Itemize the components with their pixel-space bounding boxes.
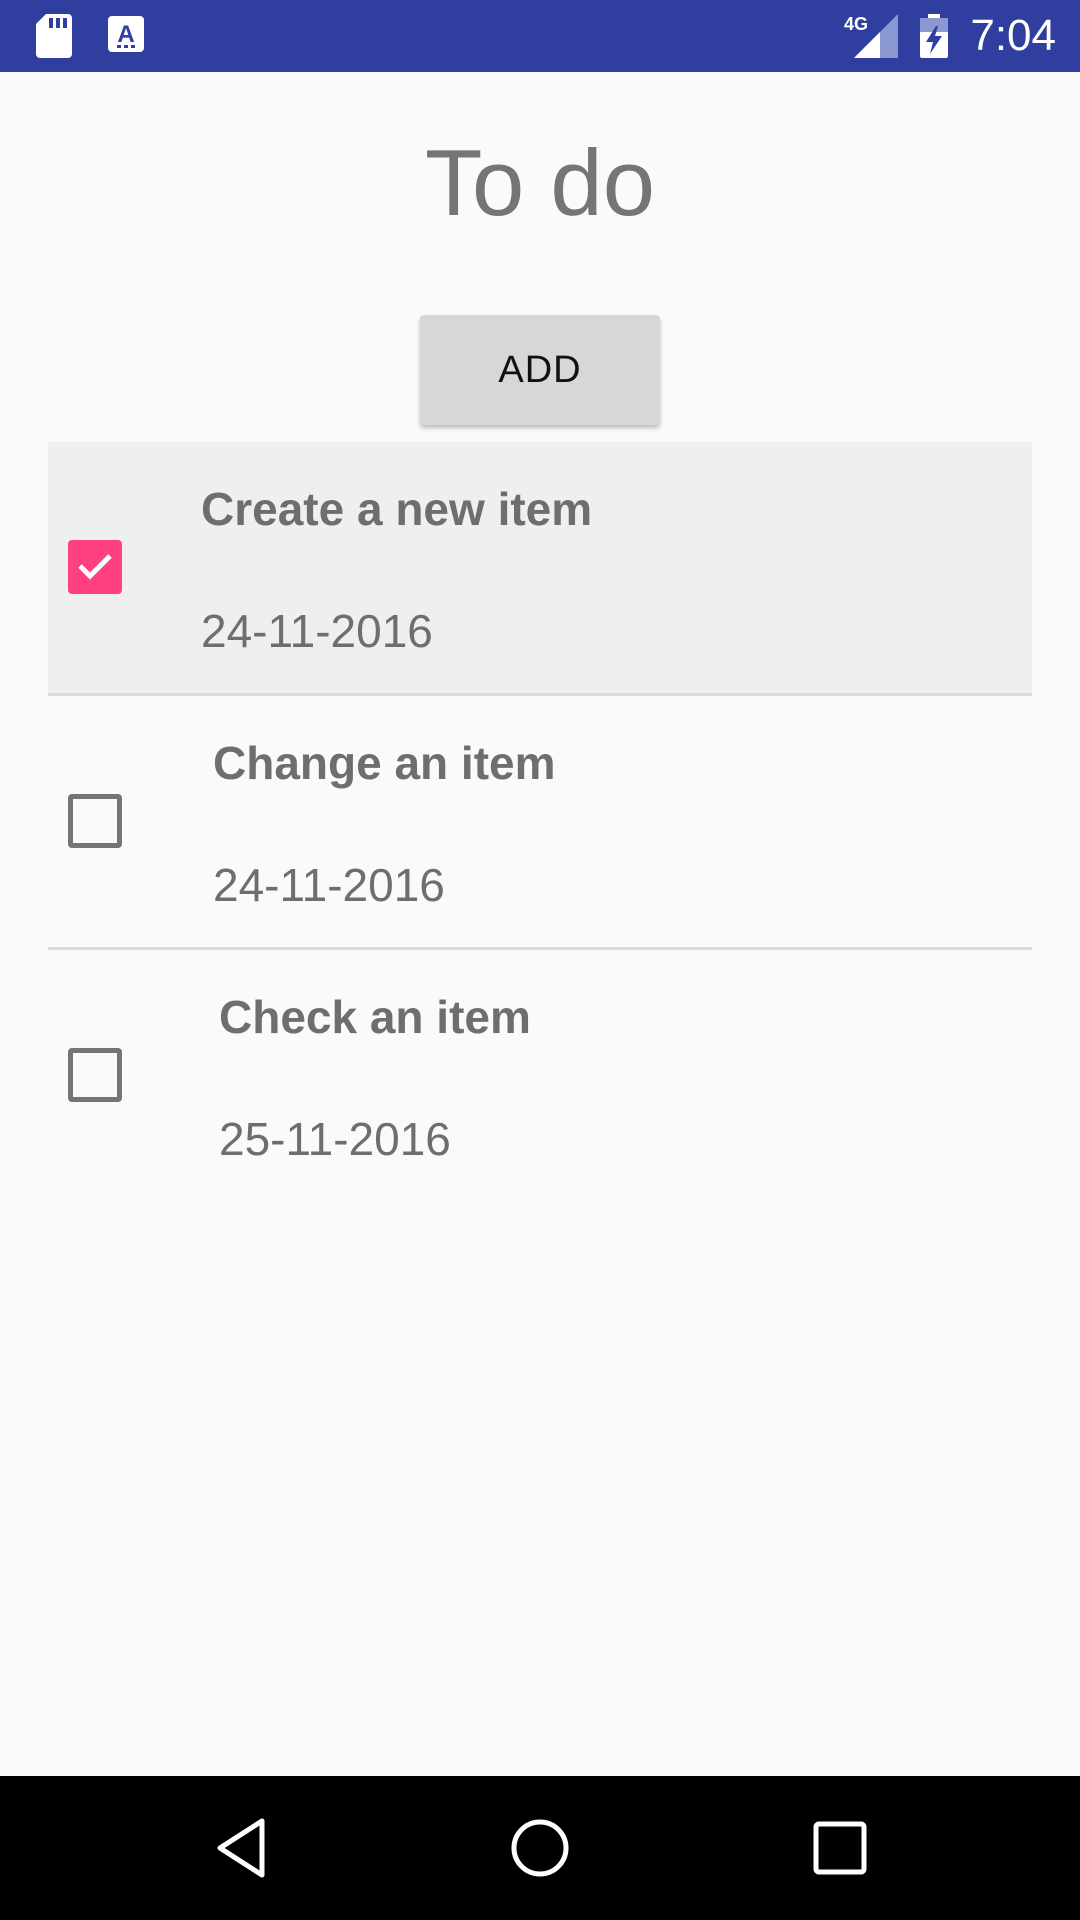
todo-item-create[interactable]: Create a new item 24-11-2016 [48,442,1032,696]
status-bar: A 4G 7:04 [0,0,1080,72]
svg-text:A: A [117,21,134,48]
todo-checkbox[interactable] [68,1048,122,1102]
keyboard-a-icon: A [108,14,144,59]
todo-list: Create a new item 24-11-2016 Change an i… [48,442,1032,1201]
checkmark-icon [78,554,112,580]
screen: A 4G 7:04 To do ADD Create a new item 24… [0,0,1080,1920]
todo-item-title: Check an item [219,991,531,1043]
todo-checkbox[interactable] [68,794,122,848]
todo-item-title: Change an item [213,737,556,789]
back-icon[interactable] [214,1816,268,1885]
network-label: 4G [844,14,868,34]
status-time: 7:04 [970,11,1056,60]
navigation-bar [0,1776,1080,1920]
todo-item-date: 25-11-2016 [219,1113,451,1165]
todo-item-date: 24-11-2016 [201,605,433,657]
todo-item-date: 24-11-2016 [213,859,445,911]
signal-4g-icon: 4G [842,14,898,63]
todo-item-change[interactable]: Change an item 24-11-2016 [48,696,1032,950]
recents-icon[interactable] [812,1816,868,1885]
todo-item-title: Create a new item [201,483,593,535]
add-button[interactable]: ADD [420,315,660,425]
todo-checkbox-checked[interactable] [68,540,122,594]
home-icon[interactable] [510,1816,570,1885]
battery-charging-icon [920,14,948,63]
page-title: To do [425,130,655,235]
sd-card-icon [36,14,72,63]
todo-item-check[interactable]: Check an item 25-11-2016 [48,950,1032,1201]
